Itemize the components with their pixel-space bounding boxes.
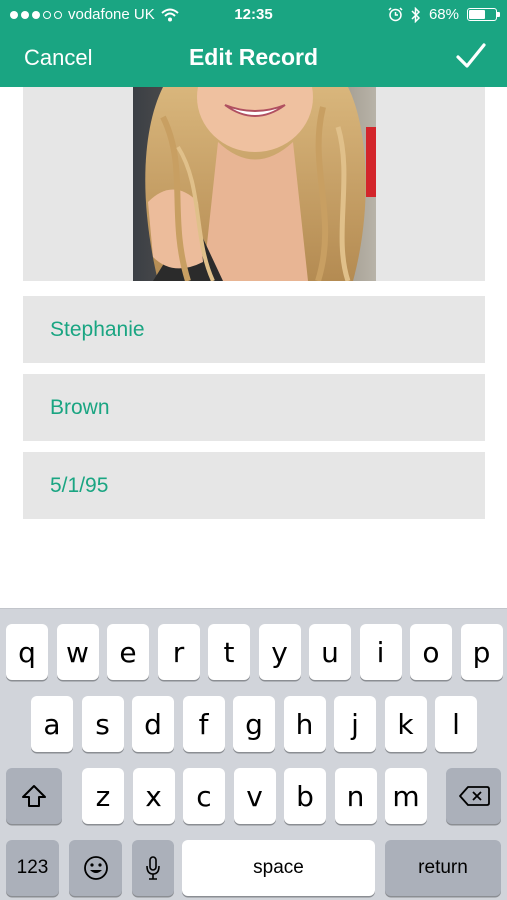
key-n[interactable]: n — [334, 768, 377, 824]
first-name-field[interactable]: Stephanie — [23, 296, 485, 363]
delete-icon — [458, 786, 490, 806]
return-key[interactable]: return — [385, 840, 501, 896]
key-d[interactable]: d — [132, 696, 174, 752]
battery-percent: 68% — [428, 6, 459, 23]
battery-icon — [467, 8, 500, 21]
space-key[interactable]: space — [182, 840, 375, 896]
key-r[interactable]: r — [157, 624, 200, 680]
microphone-key[interactable] — [132, 840, 174, 896]
bluetooth-icon — [411, 6, 421, 23]
numbers-key[interactable]: 123 — [6, 840, 59, 896]
photo-panel[interactable] — [23, 87, 485, 281]
shift-key[interactable] — [6, 768, 62, 824]
key-j[interactable]: j — [334, 696, 376, 752]
status-bar: vodafone UK 12:35 68% — [0, 0, 507, 30]
key-s[interactable]: s — [81, 696, 124, 752]
key-u[interactable]: u — [309, 624, 351, 680]
key-b[interactable]: b — [284, 768, 326, 824]
key-g[interactable]: g — [233, 696, 275, 752]
key-t[interactable]: t — [208, 624, 250, 680]
alarm-icon — [388, 7, 403, 22]
key-v[interactable]: v — [233, 768, 276, 824]
date-of-birth-field[interactable]: 5/1/95 — [23, 452, 485, 519]
page-title: Edit Record — [188, 44, 319, 70]
checkmark-icon[interactable] — [455, 40, 487, 72]
navigation-header: vodafone UK 12:35 68% Cancel Edit Record — [0, 0, 507, 87]
key-q[interactable]: q — [6, 624, 48, 680]
profile-photo[interactable] — [133, 87, 376, 281]
key-y[interactable]: y — [258, 624, 301, 680]
key-x[interactable]: x — [132, 768, 175, 824]
emoji-icon — [83, 856, 108, 880]
key-f[interactable]: f — [182, 696, 225, 752]
key-z[interactable]: z — [82, 768, 124, 824]
delete-key[interactable] — [446, 768, 501, 824]
key-l[interactable]: l — [435, 696, 477, 752]
key-o[interactable]: o — [410, 624, 452, 680]
key-k[interactable]: k — [384, 696, 427, 752]
last-name-field[interactable]: Brown — [23, 374, 485, 441]
key-w[interactable]: w — [56, 624, 99, 680]
shift-icon — [22, 785, 46, 807]
key-h[interactable]: h — [283, 696, 326, 752]
key-i[interactable]: i — [359, 624, 402, 680]
edit-record-screen: vodafone UK 12:35 68% Cancel Edit Record… — [0, 0, 507, 900]
emoji-key[interactable] — [69, 840, 122, 896]
key-a[interactable]: a — [31, 696, 73, 752]
key-m[interactable]: m — [385, 768, 427, 824]
key-p[interactable]: p — [460, 624, 503, 680]
keyboard: 123 space return qwertyuiop asdfghjkl zxcv… — [0, 608, 507, 900]
key-e[interactable]: e — [107, 624, 149, 680]
key-c[interactable]: c — [183, 768, 225, 824]
microphone-icon — [146, 856, 160, 880]
